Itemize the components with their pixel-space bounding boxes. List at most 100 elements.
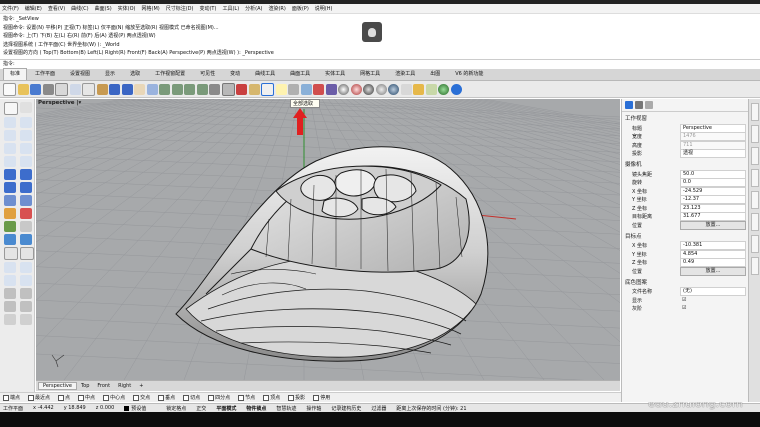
status-cplane[interactable]: 工作平面 [3, 405, 23, 412]
side-tab-properties[interactable] [751, 103, 759, 121]
status-ortho[interactable]: 正交 [196, 405, 206, 412]
status-smarttrack[interactable]: 智慧轨迹 [276, 405, 296, 412]
viewport-tab-right[interactable]: Right [114, 383, 135, 389]
arc-icon[interactable] [4, 143, 16, 154]
osnap-tan[interactable]: 切点 [183, 394, 200, 401]
side-tab-materials[interactable] [751, 213, 759, 231]
explode-icon[interactable] [4, 234, 16, 245]
viewport-props-icon[interactable] [625, 101, 633, 109]
osnap-quad[interactable]: 四分点 [208, 394, 230, 401]
menu-tools[interactable]: 工具(L) [222, 5, 239, 12]
tab-new-in-v6[interactable]: V6 的新功能 [448, 68, 490, 80]
polyline-icon[interactable] [4, 117, 16, 128]
print-icon[interactable] [42, 83, 54, 95]
cut-icon[interactable] [69, 83, 81, 95]
fillet-icon[interactable] [4, 208, 16, 219]
osnap-int[interactable]: 交点 [133, 394, 150, 401]
polygon-icon[interactable] [20, 156, 32, 167]
curvature-icon[interactable] [4, 314, 16, 325]
menu-render[interactable]: 渲染(R) [268, 5, 285, 12]
copy-icon[interactable] [82, 82, 95, 96]
scale-icon[interactable] [20, 262, 32, 273]
lights-icon[interactable] [400, 83, 412, 95]
tab-standard[interactable]: 标准 [3, 68, 28, 80]
menu-curve[interactable]: 曲线(C) [71, 5, 88, 12]
tab-mesh-tools[interactable]: 网格工具 [353, 68, 387, 80]
box-icon[interactable] [4, 182, 16, 193]
osnap-center[interactable]: 中心点 [103, 394, 125, 401]
menu-help[interactable]: 说明(H) [315, 5, 333, 12]
group-icon[interactable] [20, 234, 32, 245]
menu-panels[interactable]: 面板(P) [292, 5, 309, 12]
options-icon[interactable] [236, 83, 247, 95]
tab-curve-tools[interactable]: 曲线工具 [248, 68, 282, 80]
trim-icon[interactable] [20, 208, 32, 219]
command-prompt[interactable]: 指令: [0, 59, 760, 68]
osnap-near[interactable]: 最近点 [28, 394, 50, 401]
camera-place-button[interactable]: 放置... [680, 220, 746, 230]
zoom-extents-icon[interactable] [184, 83, 195, 95]
tab-display[interactable]: 显示 [98, 68, 122, 80]
extrude-surface-icon[interactable] [20, 169, 32, 180]
side-tab-layers[interactable] [751, 125, 759, 143]
material-icon[interactable] [325, 83, 337, 95]
hatch-icon[interactable] [4, 301, 16, 312]
status-gumball[interactable]: 操作轴 [306, 405, 321, 412]
osnap-vertex[interactable]: 顶点 [263, 394, 280, 401]
menu-surface[interactable]: 曲面(S) [95, 5, 112, 12]
show-checkbox[interactable]: ☑ [680, 297, 746, 304]
zoom-dynamic-icon[interactable] [159, 83, 170, 95]
tab-render-tools[interactable]: 渲染工具 [388, 68, 422, 80]
status-layer[interactable]: 预设值 [124, 405, 156, 412]
side-tab-help[interactable] [751, 169, 759, 187]
curve-icon[interactable] [4, 130, 16, 141]
side-tab-render[interactable] [751, 191, 759, 209]
menu-dimension[interactable]: 尺寸标注(D) [166, 5, 194, 12]
menu-solid[interactable]: 实体(O) [118, 5, 136, 12]
osnap-project[interactable]: 投影 [288, 394, 305, 401]
check-icon[interactable] [20, 314, 32, 325]
tab-solid-tools[interactable]: 实体工具 [318, 68, 352, 80]
save-icon[interactable] [30, 83, 41, 95]
osnap-point[interactable]: 点 [58, 394, 70, 401]
menu-view[interactable]: 查看(V) [48, 5, 65, 12]
join-icon[interactable] [20, 221, 32, 232]
tab-visibility[interactable]: 可见性 [193, 68, 222, 80]
line-icon[interactable] [20, 117, 32, 128]
status-osnap[interactable]: 物件锁点 [246, 405, 266, 412]
dimension-icon[interactable] [425, 83, 437, 95]
new-file-icon[interactable] [3, 82, 16, 96]
redo-icon[interactable] [121, 83, 133, 95]
osnap-knot[interactable]: 节点 [238, 394, 255, 401]
select-all-icon[interactable] [261, 82, 274, 96]
osnap-mid[interactable]: 中点 [78, 394, 95, 401]
tab-viewport-layout[interactable]: 工作视窗配置 [148, 68, 192, 80]
environment-icon[interactable] [413, 83, 424, 95]
rotate-view-icon[interactable] [146, 83, 158, 95]
object-props-icon[interactable] [635, 101, 643, 109]
sphere-technical-icon[interactable] [388, 83, 399, 95]
tab-cplanes[interactable]: 工作平面 [28, 68, 62, 80]
dimension-tool-icon[interactable] [4, 288, 16, 299]
add-viewport-tab-button[interactable]: + [135, 383, 147, 389]
pan-hand-icon[interactable] [134, 83, 145, 95]
mesh-icon[interactable] [4, 195, 16, 206]
status-filter[interactable]: 过滤器 [371, 405, 386, 412]
tab-surface-tools[interactable]: 曲面工具 [283, 68, 317, 80]
side-tab-environment[interactable] [751, 235, 759, 253]
menu-transform[interactable]: 变动(T) [199, 5, 216, 12]
wallpaper-file-field[interactable]: (无) [680, 287, 746, 297]
select-arrow-icon[interactable] [4, 102, 18, 115]
rotate-icon[interactable] [4, 262, 16, 273]
circle-icon[interactable] [20, 130, 32, 141]
undo-view-icon[interactable] [209, 83, 220, 95]
status-history[interactable]: 记录建构历史 [331, 405, 361, 412]
sphere-icon[interactable] [20, 182, 32, 193]
grayscale-checkbox[interactable]: ☑ [680, 305, 746, 312]
lock-icon[interactable] [288, 83, 299, 95]
viewport-tab-perspective[interactable]: Perspective [38, 382, 77, 390]
earth-icon[interactable] [438, 83, 449, 95]
menu-file[interactable]: 文件(F) [2, 5, 19, 12]
cplane-icon[interactable] [300, 83, 312, 95]
perspective-viewport[interactable]: Perspective |▾ [36, 99, 620, 380]
